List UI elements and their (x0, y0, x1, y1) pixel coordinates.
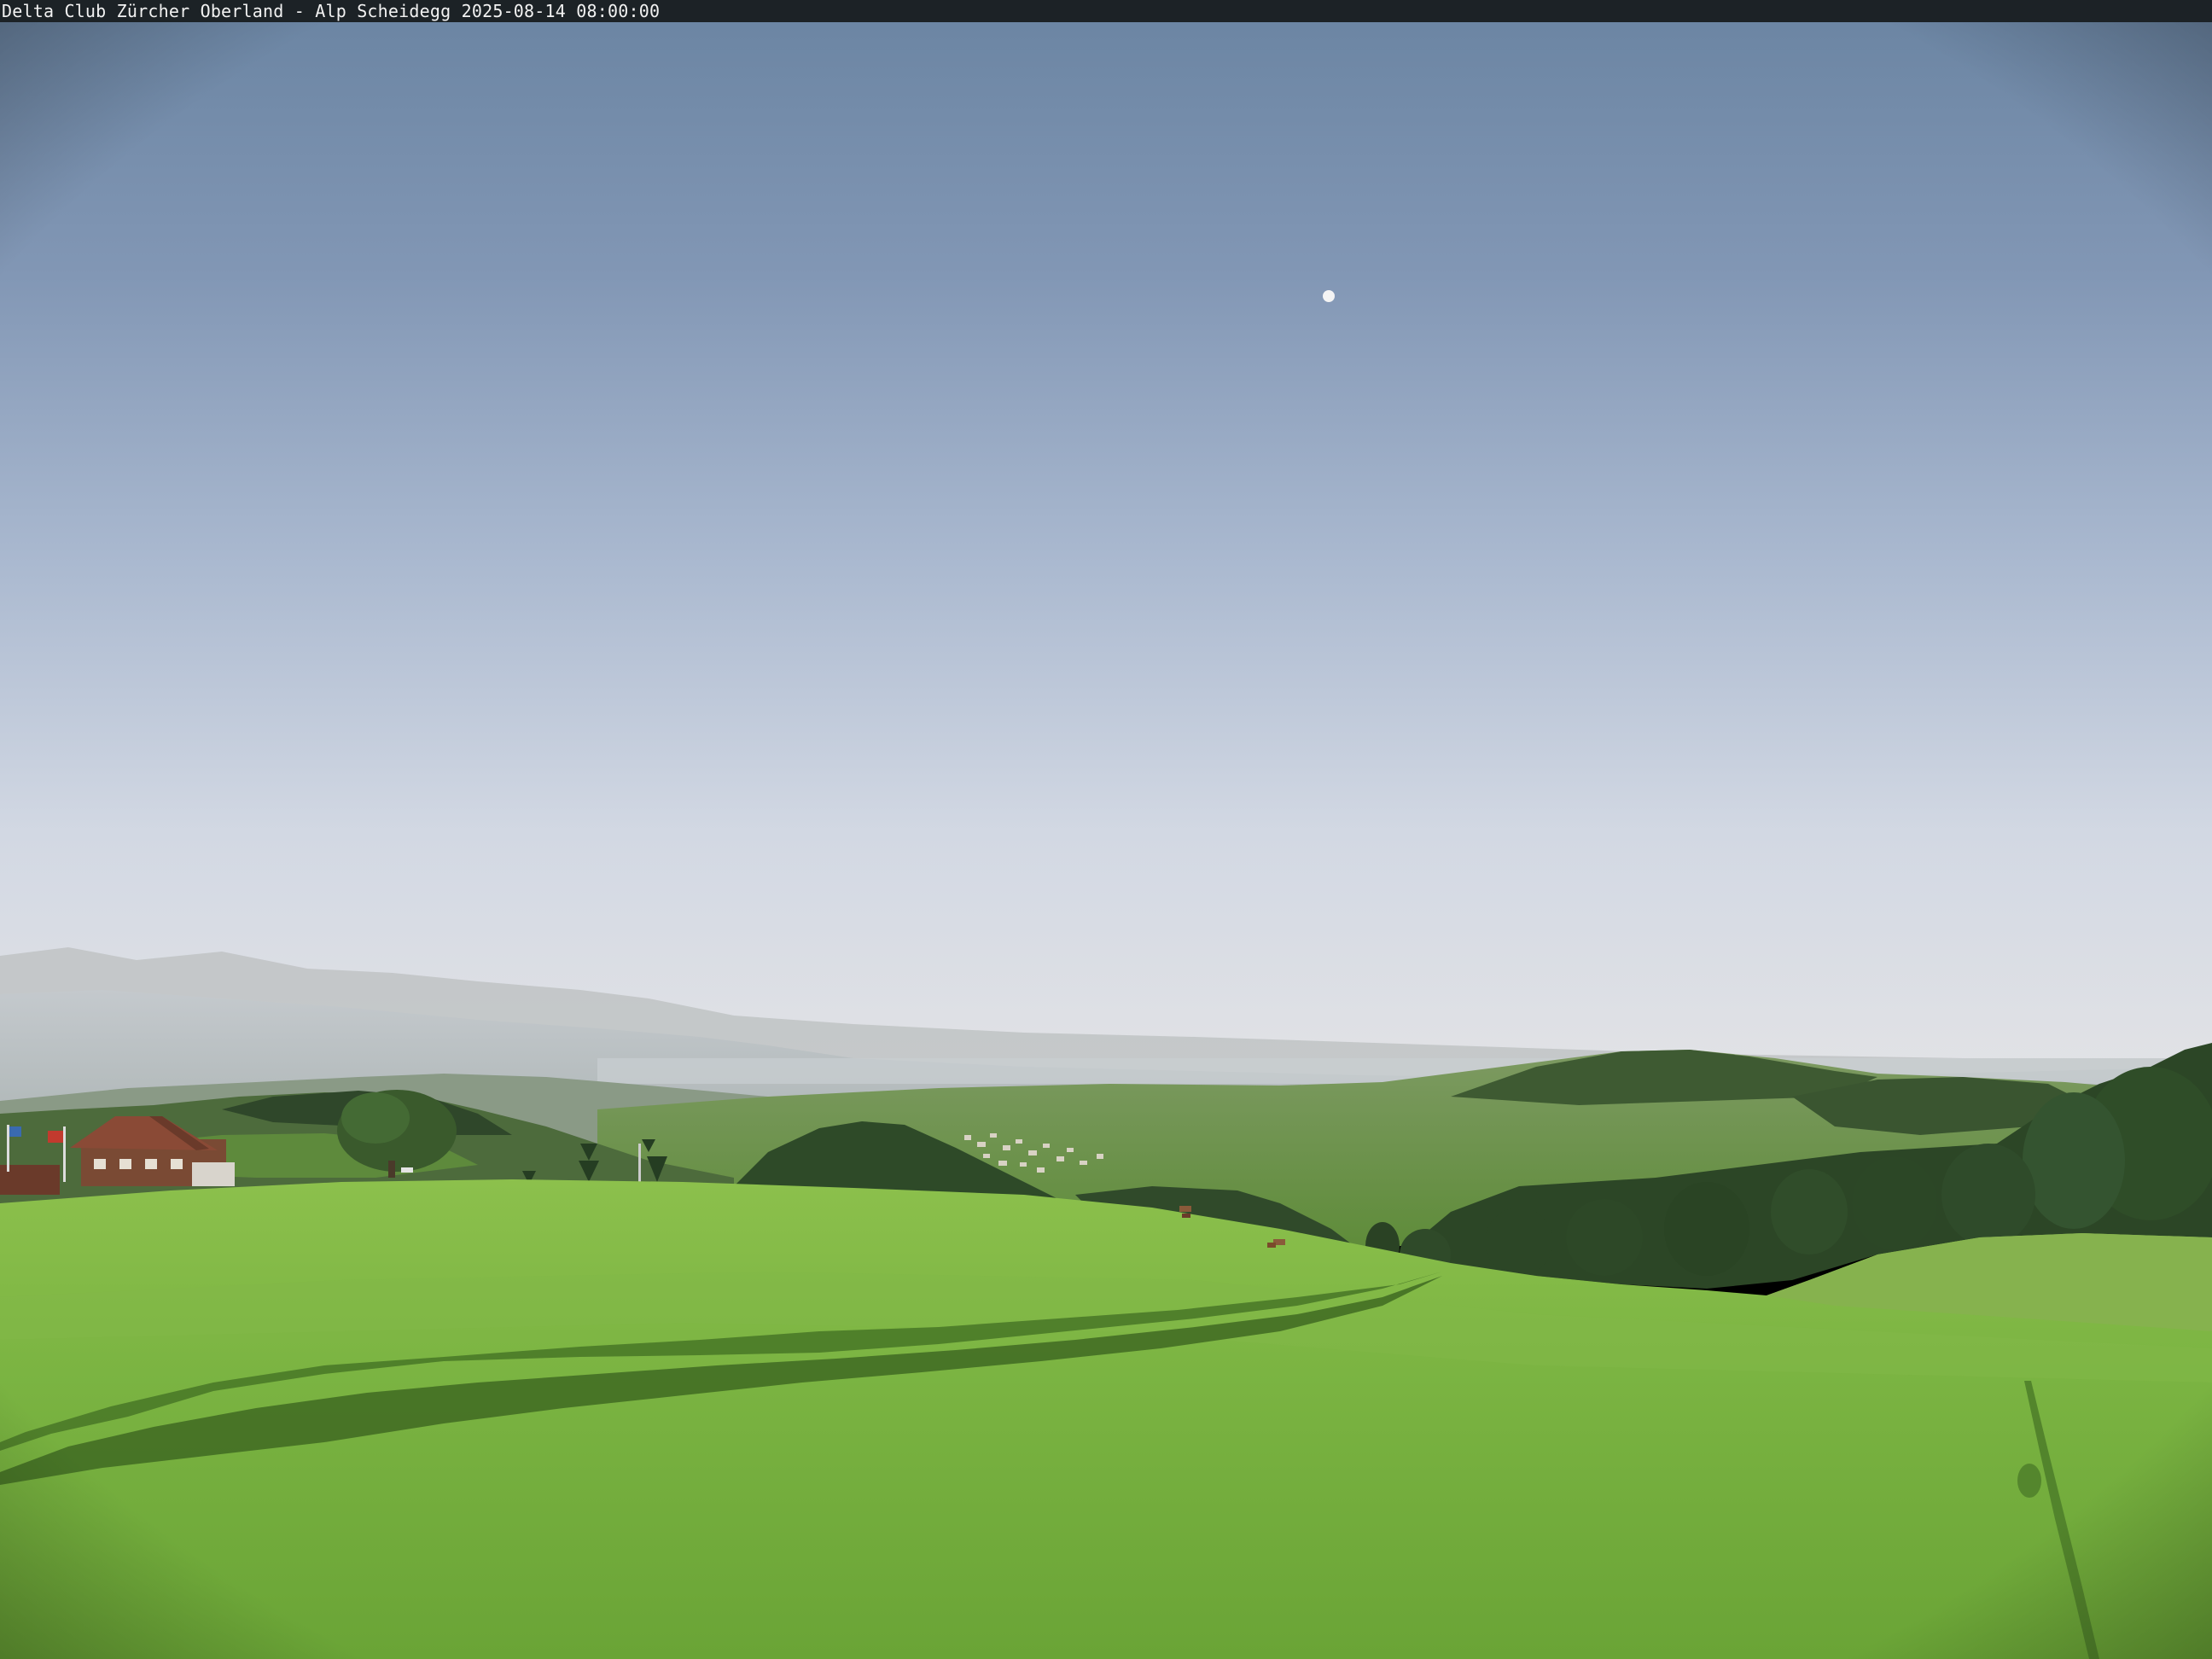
webcam-caption: Delta Club Zürcher Oberland - Alp Scheid… (2, 1, 661, 21)
overlay-bar: Delta Club Zürcher Oberland - Alp Scheid… (0, 0, 2212, 22)
landscape-svg (0, 0, 2212, 1659)
vignette (0, 0, 2212, 1659)
webcam-image: Delta Club Zürcher Oberland - Alp Scheid… (0, 0, 2212, 1659)
